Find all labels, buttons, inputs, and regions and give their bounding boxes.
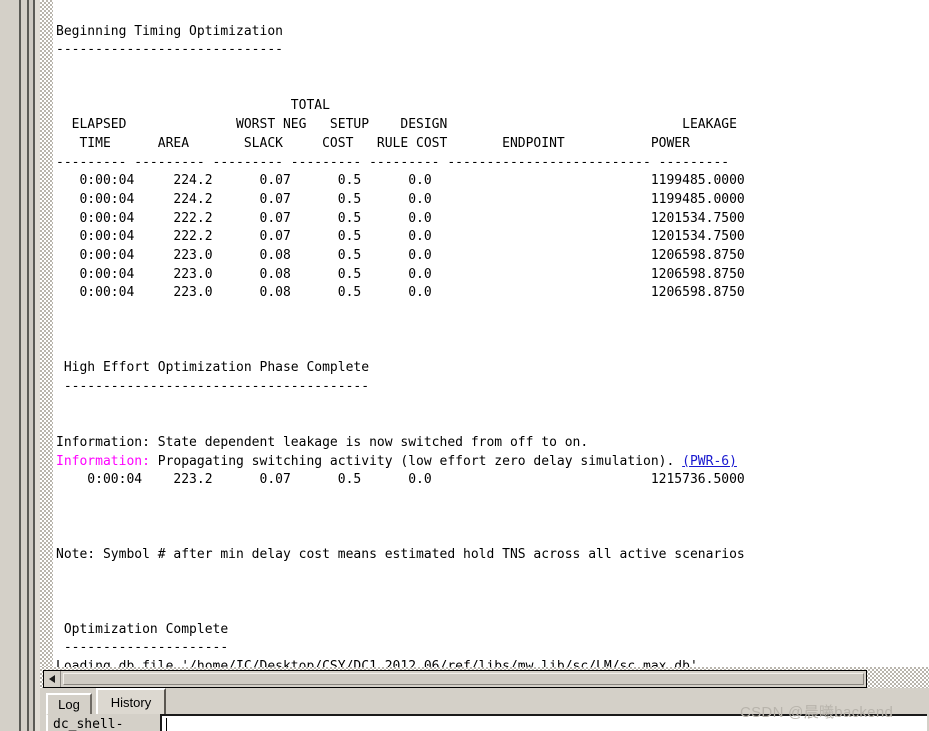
command-prompt-label: dc_shell-topo>: [46, 714, 156, 731]
log-blank-line: [56, 322, 745, 341]
command-bar: dc_shell-topo>: [40, 714, 929, 731]
log-blank-line: [56, 340, 745, 359]
optimization-complete-title: Optimization Complete: [56, 621, 229, 637]
tab-history[interactable]: History: [96, 688, 166, 714]
post-info-table-row: 0:00:04 223.2 0.07 0.5 0.0 1215736.5000: [56, 472, 745, 488]
table-row: 0:00:04 223.0 0.08 0.5 0.0 1206598.8750: [56, 266, 745, 282]
window-frame-band-outer: [0, 0, 19, 731]
phase-complete-title: High Effort Optimization Phase Complete: [56, 360, 370, 376]
log-section-title: Beginning Timing Optimization: [56, 23, 283, 39]
triangle-left-icon[interactable]: [44, 671, 61, 687]
vertical-scrollbar-trough[interactable]: [40, 0, 53, 731]
log-text-content: Beginning Timing Optimization -----------…: [56, 4, 745, 667]
log-blank-line: [56, 4, 745, 23]
log-blank-line: [56, 565, 745, 584]
log-blank-line: [56, 602, 745, 621]
log-output-pane[interactable]: Beginning Timing Optimization -----------…: [53, 0, 929, 667]
command-input[interactable]: [160, 714, 927, 731]
log-blank-line: [56, 509, 745, 528]
loading-db-line: Loading db file '/home/IC/Desktop/CSY/DC…: [56, 659, 698, 667]
table-row: 0:00:04 222.2 0.07 0.5 0.0 1201534.7500: [56, 210, 745, 226]
log-blank-line: [56, 79, 745, 98]
information-line-2: Information: Propagating switching activ…: [56, 453, 745, 472]
log-blank-line: [56, 60, 745, 79]
tab-log[interactable]: Log: [46, 693, 92, 714]
table-row: 0:00:04 223.0 0.08 0.5 0.0 1206598.8750: [56, 285, 745, 301]
phase-complete-rule: ---------------------------------------: [56, 378, 370, 394]
information-line-2-text: Propagating switching activity (low effo…: [149, 453, 683, 469]
tab-strip: Log History: [40, 688, 929, 714]
log-blank-line: [56, 583, 745, 602]
table-header-line-3: TIME AREA SLACK COST RULE COST ENDPOINT …: [56, 135, 690, 151]
text-caret-icon: [166, 718, 167, 731]
table-header-separator: --------- --------- --------- --------- …: [56, 154, 730, 170]
log-blank-line: [56, 415, 745, 434]
note-line: Note: Symbol # after min delay cost mean…: [56, 546, 745, 562]
pwr-6-message-link[interactable]: (PWR-6): [682, 454, 737, 469]
table-row: 0:00:04 223.0 0.08 0.5 0.0 1206598.8750: [56, 247, 745, 263]
table-header-line-2: ELAPSED WORST NEG SETUP DESIGN LEAKAGE: [56, 117, 737, 133]
tab-log-label: Log: [58, 697, 80, 712]
horizontal-scrollbar[interactable]: [43, 670, 867, 688]
information-label-highlight: Information:: [56, 453, 150, 469]
dc-shell-window: Beginning Timing Optimization -----------…: [0, 0, 929, 731]
horizontal-scrollbar-thumb[interactable]: [63, 673, 864, 685]
table-header-line-1: TOTAL: [56, 98, 330, 114]
information-line-1: Information: State dependent leakage is …: [56, 434, 589, 450]
log-blank-line: [56, 303, 745, 322]
log-blank-line: [56, 527, 745, 546]
optimization-complete-rule: ---------------------: [56, 640, 229, 656]
table-row: 0:00:04 224.2 0.07 0.5 0.0 1199485.0000: [56, 191, 745, 207]
log-blank-line: [56, 396, 745, 415]
table-row: 0:00:04 222.2 0.07 0.5 0.0 1201534.7500: [56, 229, 745, 245]
table-row: 0:00:04 224.2 0.07 0.5 0.0 1199485.0000: [56, 173, 745, 189]
tab-history-label: History: [110, 694, 152, 710]
log-blank-line: [56, 490, 745, 509]
log-section-rule: -----------------------------: [56, 42, 283, 58]
